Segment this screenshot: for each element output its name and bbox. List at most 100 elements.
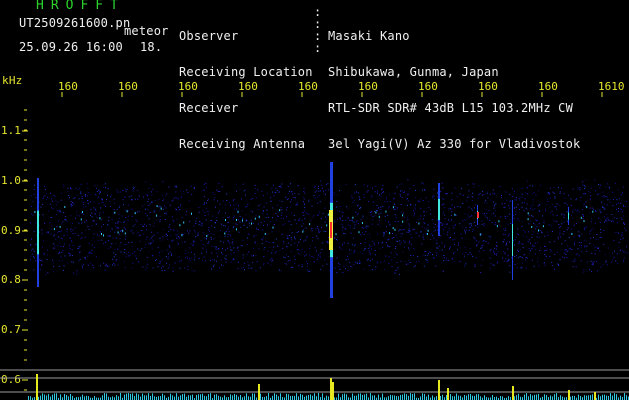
power-bar [408, 395, 409, 400]
noise-pixel [290, 223, 292, 225]
noise-pixel [125, 209, 127, 211]
noise-pixel [211, 245, 213, 247]
noise-pixel [259, 267, 261, 269]
noise-pixel [98, 240, 100, 242]
power-bar [578, 394, 579, 400]
noise-pixel [149, 244, 151, 246]
noise-pixel [407, 179, 409, 181]
noise-pixel [514, 239, 516, 241]
noise-pixel [202, 244, 204, 246]
noise-pixel [190, 243, 192, 245]
noise-pixel [584, 245, 586, 247]
power-bar [590, 395, 591, 400]
noise-pixel [131, 267, 133, 269]
noise-pixel [405, 263, 407, 265]
noise-pixel [493, 192, 495, 194]
noise-pixel [148, 242, 150, 244]
noise-pixel [97, 197, 99, 199]
power-bar [144, 395, 145, 400]
noise-pixel [467, 184, 469, 186]
noise-pixel [607, 216, 609, 218]
noise-pixel [81, 222, 83, 224]
power-bar [124, 394, 125, 400]
power-bar [138, 394, 139, 400]
power-bar [180, 395, 181, 400]
noise-pixel [507, 248, 509, 250]
power-bar [210, 393, 211, 400]
noise-pixel [81, 198, 83, 199]
noise-pixel [593, 244, 595, 246]
noise-pixel [203, 234, 205, 236]
noise-pixel [148, 250, 150, 252]
noise-pixel [213, 199, 215, 201]
noise-pixel [265, 240, 267, 242]
noise-pixel [262, 239, 263, 241]
noise-pixel [289, 259, 291, 261]
noise-pixel [438, 245, 440, 247]
noise-pixel [108, 220, 110, 222]
noise-pixel [263, 248, 265, 250]
noise-pixel [304, 255, 306, 257]
noise-pixel [90, 201, 92, 203]
noise-pixel [311, 230, 313, 232]
noise-pixel [277, 245, 279, 247]
noise-pixel [321, 249, 323, 250]
noise-pixel [615, 260, 617, 262]
noise-pixel [336, 272, 338, 274]
noise-pixel [263, 263, 265, 265]
noise-sparkle [309, 223, 311, 226]
noise-pixel [80, 191, 82, 193]
noise-pixel [124, 238, 126, 240]
noise-pixel [218, 183, 220, 184]
noise-pixel [202, 247, 204, 249]
noise-pixel [523, 230, 525, 232]
noise-pixel [504, 253, 506, 255]
noise-pixel [379, 219, 381, 221]
noise-pixel [179, 190, 181, 192]
noise-pixel [237, 250, 239, 252]
noise-pixel [602, 206, 604, 208]
noise-pixel [491, 222, 493, 224]
noise-pixel [125, 253, 127, 255]
noise-pixel [509, 200, 511, 202]
noise-pixel [393, 257, 395, 259]
noise-pixel [116, 189, 118, 191]
noise-pixel [204, 183, 206, 185]
noise-pixel [526, 209, 528, 211]
noise-pixel [389, 246, 391, 248]
noise-pixel [594, 253, 596, 255]
noise-pixel [60, 199, 62, 201]
noise-pixel [509, 194, 511, 195]
noise-pixel [312, 240, 314, 242]
noise-pixel [284, 262, 286, 264]
noise-pixel [179, 208, 181, 210]
noise-pixel [387, 214, 389, 216]
noise-pixel [539, 204, 541, 206]
noise-pixel [149, 203, 151, 205]
noise-pixel [502, 228, 504, 230]
noise-pixel [415, 189, 416, 191]
noise-pixel [277, 211, 279, 213]
noise-pixel [248, 222, 250, 224]
noise-pixel [30, 255, 32, 257]
noise-pixel [420, 198, 422, 200]
noise-pixel [147, 208, 149, 210]
noise-pixel [131, 199, 133, 201]
noise-pixel [537, 258, 539, 260]
noise-pixel [275, 238, 277, 240]
noise-pixel [521, 187, 523, 189]
noise-pixel [624, 223, 625, 225]
noise-pixel [149, 238, 151, 240]
noise-pixel [507, 260, 509, 262]
noise-pixel [339, 210, 341, 212]
noise-pixel [494, 215, 496, 217]
noise-pixel [123, 251, 125, 253]
noise-pixel [443, 203, 445, 205]
noise-pixel [483, 225, 485, 226]
noise-pixel [164, 219, 166, 221]
noise-pixel [92, 237, 94, 239]
noise-pixel [436, 252, 438, 254]
noise-pixel [519, 196, 521, 198]
noise-pixel [396, 240, 398, 242]
noise-pixel [582, 214, 584, 216]
